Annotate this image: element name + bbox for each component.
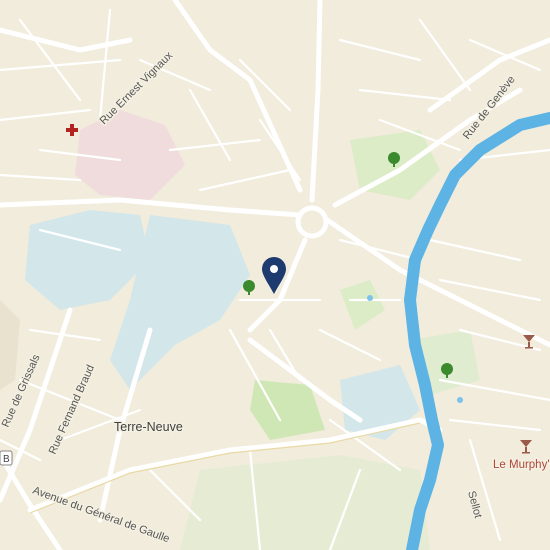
roundabout (295, 205, 329, 239)
route-shield-b: B (0, 450, 13, 466)
map-view[interactable]: Rue Ernest Vignaux Rue de Genève Rue de … (0, 0, 550, 550)
label-terre-neuve: Terre-Neuve (114, 420, 183, 434)
map-canvas[interactable]: Rue Ernest Vignaux Rue de Genève Rue de … (0, 0, 550, 550)
pond-2 (457, 397, 463, 403)
label-le-murphys[interactable]: Le Murphy's (492, 458, 550, 473)
svg-text:B: B (3, 454, 10, 465)
fields-south (180, 455, 430, 550)
pond (367, 295, 373, 301)
